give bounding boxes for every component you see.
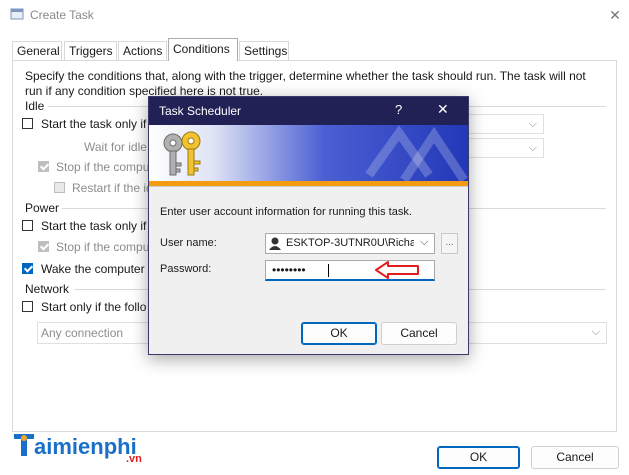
stop-if-busy-checkbox[interactable] (38, 161, 49, 172)
ok-button[interactable]: OK (437, 446, 520, 469)
cancel-button[interactable]: Cancel (531, 446, 619, 469)
window-titlebar (0, 0, 629, 30)
description-line1: Specify the conditions that, along with … (25, 69, 586, 83)
tab-settings[interactable]: Settings (239, 41, 289, 60)
password-value: •••••••• (272, 263, 306, 277)
task-icon (10, 8, 24, 20)
wait-for-idle-label: Wait for idle (84, 140, 147, 154)
task-scheduler-dialog: Task Scheduler ? ✕ Enter user account in… (148, 96, 469, 355)
dialog-close-icon[interactable]: ✕ (437, 101, 449, 118)
power-stop-checkbox[interactable] (38, 241, 49, 252)
user-name-label: User name: (160, 237, 217, 249)
tab-general[interactable]: General (12, 41, 62, 60)
password-label: Password: (160, 263, 212, 275)
restart-idle-checkbox[interactable] (54, 182, 65, 193)
help-icon[interactable]: ? (395, 102, 402, 117)
watermark-domain: .vn (126, 453, 142, 465)
idle-group-label: Idle (25, 99, 45, 113)
network-start-label: Start only if the follo (41, 300, 147, 314)
power-start-label: Start the task only if (41, 219, 147, 233)
tab-actions[interactable]: Actions (118, 41, 167, 60)
restart-idle-label: Restart if the id (72, 181, 153, 195)
banner-watermark-icon (365, 125, 468, 183)
red-arrow-annotation-icon (375, 261, 419, 279)
power-start-checkbox[interactable] (22, 220, 33, 231)
idle-start-label: Start the task only if (41, 117, 147, 131)
dialog-cancel-button[interactable]: Cancel (381, 322, 457, 345)
dialog-banner (149, 125, 468, 185)
network-connection-value: Any connection (41, 326, 124, 340)
keys-icon (163, 131, 201, 176)
text-cursor (328, 264, 329, 277)
network-start-checkbox[interactable] (22, 301, 33, 312)
dialog-ok-button[interactable]: OK (301, 322, 377, 345)
chevron-down-icon: ⌵ (528, 142, 537, 154)
dialog-title: Task Scheduler (159, 104, 242, 118)
wait-idle-combo[interactable]: ⌵ (466, 138, 544, 158)
browse-user-button[interactable]: ... (441, 233, 458, 254)
wake-computer-label: Wake the computer (41, 262, 145, 276)
taimienphi-logo-icon (14, 434, 34, 456)
user-name-value: ESKTOP-3UTNR0U\Richard (286, 237, 414, 249)
wake-computer-checkbox[interactable] (22, 263, 33, 274)
tab-triggers[interactable]: Triggers (64, 41, 117, 60)
tab-conditions[interactable]: Conditions (168, 38, 238, 61)
stop-if-busy-label: Stop if the compu (56, 160, 150, 174)
chevron-down-icon: ⌵ (420, 236, 429, 248)
window-title: Create Task (30, 8, 94, 22)
watermark-brand: aimienphi (34, 434, 137, 459)
dialog-instruction: Enter user account information for runni… (160, 206, 412, 218)
banner-divider (149, 186, 468, 187)
idle-start-checkbox[interactable] (22, 118, 33, 129)
window-close-icon[interactable]: ✕ (605, 5, 625, 25)
power-group-label: Power (25, 201, 60, 215)
chevron-down-icon: ⌵ (591, 326, 600, 338)
user-icon (269, 237, 281, 250)
network-group-label: Network (25, 282, 70, 296)
user-name-combo[interactable]: ESKTOP-3UTNR0U\Richard ⌵ (265, 233, 435, 254)
chevron-down-icon: ⌵ (528, 118, 537, 130)
idle-duration-combo[interactable]: ⌵ (466, 114, 544, 134)
power-stop-label: Stop if the compu (56, 240, 150, 254)
